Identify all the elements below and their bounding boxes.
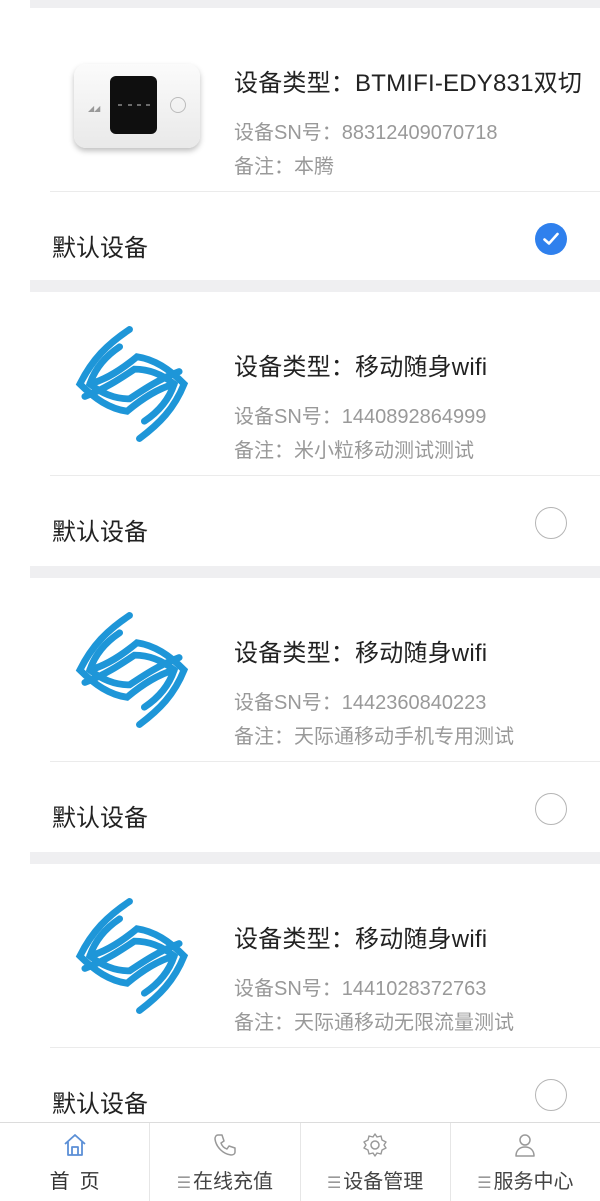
tab-service-center[interactable]: ☰ 服务中心 bbox=[449, 1123, 600, 1201]
device-card[interactable]: 设备类型：移动随身wifi 设备SN号：1442360840223 备注：天际通… bbox=[30, 578, 600, 858]
tab-label: ☰ 服务中心 bbox=[477, 1171, 574, 1193]
menu-icon: ☰ bbox=[326, 1175, 342, 1192]
device-sn: 设备SN号：1441028372763 bbox=[234, 978, 487, 1000]
china-mobile-logo bbox=[75, 898, 189, 1014]
gear-icon bbox=[363, 1133, 387, 1157]
default-device-row[interactable]: 默认设备 bbox=[30, 476, 600, 572]
check-icon bbox=[543, 232, 559, 245]
default-device-row[interactable]: 默认设备 bbox=[30, 762, 600, 858]
device-note: 备注：天际通移动手机专用测试 bbox=[234, 726, 514, 748]
default-radio-unchecked[interactable] bbox=[535, 1079, 567, 1111]
tab-label: ☰ 在线充值 bbox=[176, 1171, 274, 1193]
device-type: 设备类型：移动随身wifi bbox=[234, 354, 488, 381]
default-device-label: 默认设备 bbox=[52, 519, 148, 546]
device-note: 备注：本腾 bbox=[234, 156, 334, 178]
top-separator bbox=[30, 0, 600, 8]
default-device-label: 默认设备 bbox=[52, 235, 148, 262]
default-radio-unchecked[interactable] bbox=[535, 507, 567, 539]
router-screen bbox=[110, 76, 157, 134]
bottom-tab-bar: 首页 ☰ 在线充值 ☰ 设备管理 ☰ 服务中心 bbox=[0, 1122, 600, 1201]
device-info[interactable]: ◢◢ 设备类型：BTMIFI-EDY831双切 设备SN号：8831240907… bbox=[30, 8, 600, 190]
default-radio-unchecked[interactable] bbox=[535, 793, 567, 825]
china-mobile-logo bbox=[75, 326, 189, 442]
china-mobile-logo bbox=[75, 612, 189, 728]
device-info[interactable]: 设备类型：移动随身wifi 设备SN号：1442360840223 备注：天际通… bbox=[30, 578, 600, 760]
home-icon bbox=[64, 1134, 86, 1156]
device-card[interactable]: ◢◢ 设备类型：BTMIFI-EDY831双切 设备SN号：8831240907… bbox=[30, 8, 600, 288]
device-card[interactable]: 设备类型：移动随身wifi 设备SN号：1440892864999 备注：米小粒… bbox=[30, 292, 600, 572]
default-device-label: 默认设备 bbox=[52, 1091, 148, 1118]
power-button-icon bbox=[170, 97, 186, 113]
phone-icon bbox=[214, 1134, 236, 1156]
device-sn: 设备SN号：1442360840223 bbox=[234, 692, 487, 714]
device-type: 设备类型：移动随身wifi bbox=[234, 926, 488, 953]
signal-icon: ◢◢ bbox=[88, 104, 101, 113]
device-image: ◢◢ bbox=[67, 58, 200, 150]
tab-online-recharge[interactable]: ☰ 在线充值 bbox=[149, 1123, 299, 1201]
default-device-label: 默认设备 bbox=[52, 805, 148, 832]
device-type: 设备类型：移动随身wifi bbox=[234, 640, 488, 667]
device-note: 备注：天际通移动无限流量测试 bbox=[234, 1012, 514, 1034]
tab-device-management[interactable]: ☰ 设备管理 bbox=[299, 1123, 450, 1201]
device-type: 设备类型：BTMIFI-EDY831双切 bbox=[234, 70, 583, 97]
card-separator bbox=[30, 566, 600, 578]
device-note: 备注：米小粒移动测试测试 bbox=[234, 440, 474, 462]
card-separator bbox=[30, 280, 600, 292]
menu-icon: ☰ bbox=[176, 1175, 192, 1192]
device-sn: 设备SN号：1440892864999 bbox=[234, 406, 487, 428]
device-card[interactable]: 设备类型：移动随身wifi 设备SN号：1441028372763 备注：天际通… bbox=[30, 864, 600, 1122]
device-info[interactable]: 设备类型：移动随身wifi 设备SN号：1441028372763 备注：天际通… bbox=[30, 864, 600, 1046]
tab-home[interactable]: 首页 bbox=[0, 1123, 149, 1201]
default-radio-checked[interactable] bbox=[535, 223, 567, 255]
device-info[interactable]: 设备类型：移动随身wifi 设备SN号：1440892864999 备注：米小粒… bbox=[30, 292, 600, 474]
menu-icon: ☰ bbox=[477, 1175, 492, 1192]
card-separator bbox=[30, 852, 600, 864]
tab-label: ☰ 设备管理 bbox=[326, 1171, 424, 1193]
tab-label: 首页 bbox=[49, 1171, 110, 1193]
portable-router-image: ◢◢ bbox=[74, 64, 200, 148]
device-sn: 设备SN号：88312409070718 bbox=[234, 122, 498, 144]
person-icon bbox=[515, 1134, 536, 1157]
default-device-row[interactable]: 默认设备 bbox=[30, 192, 600, 288]
